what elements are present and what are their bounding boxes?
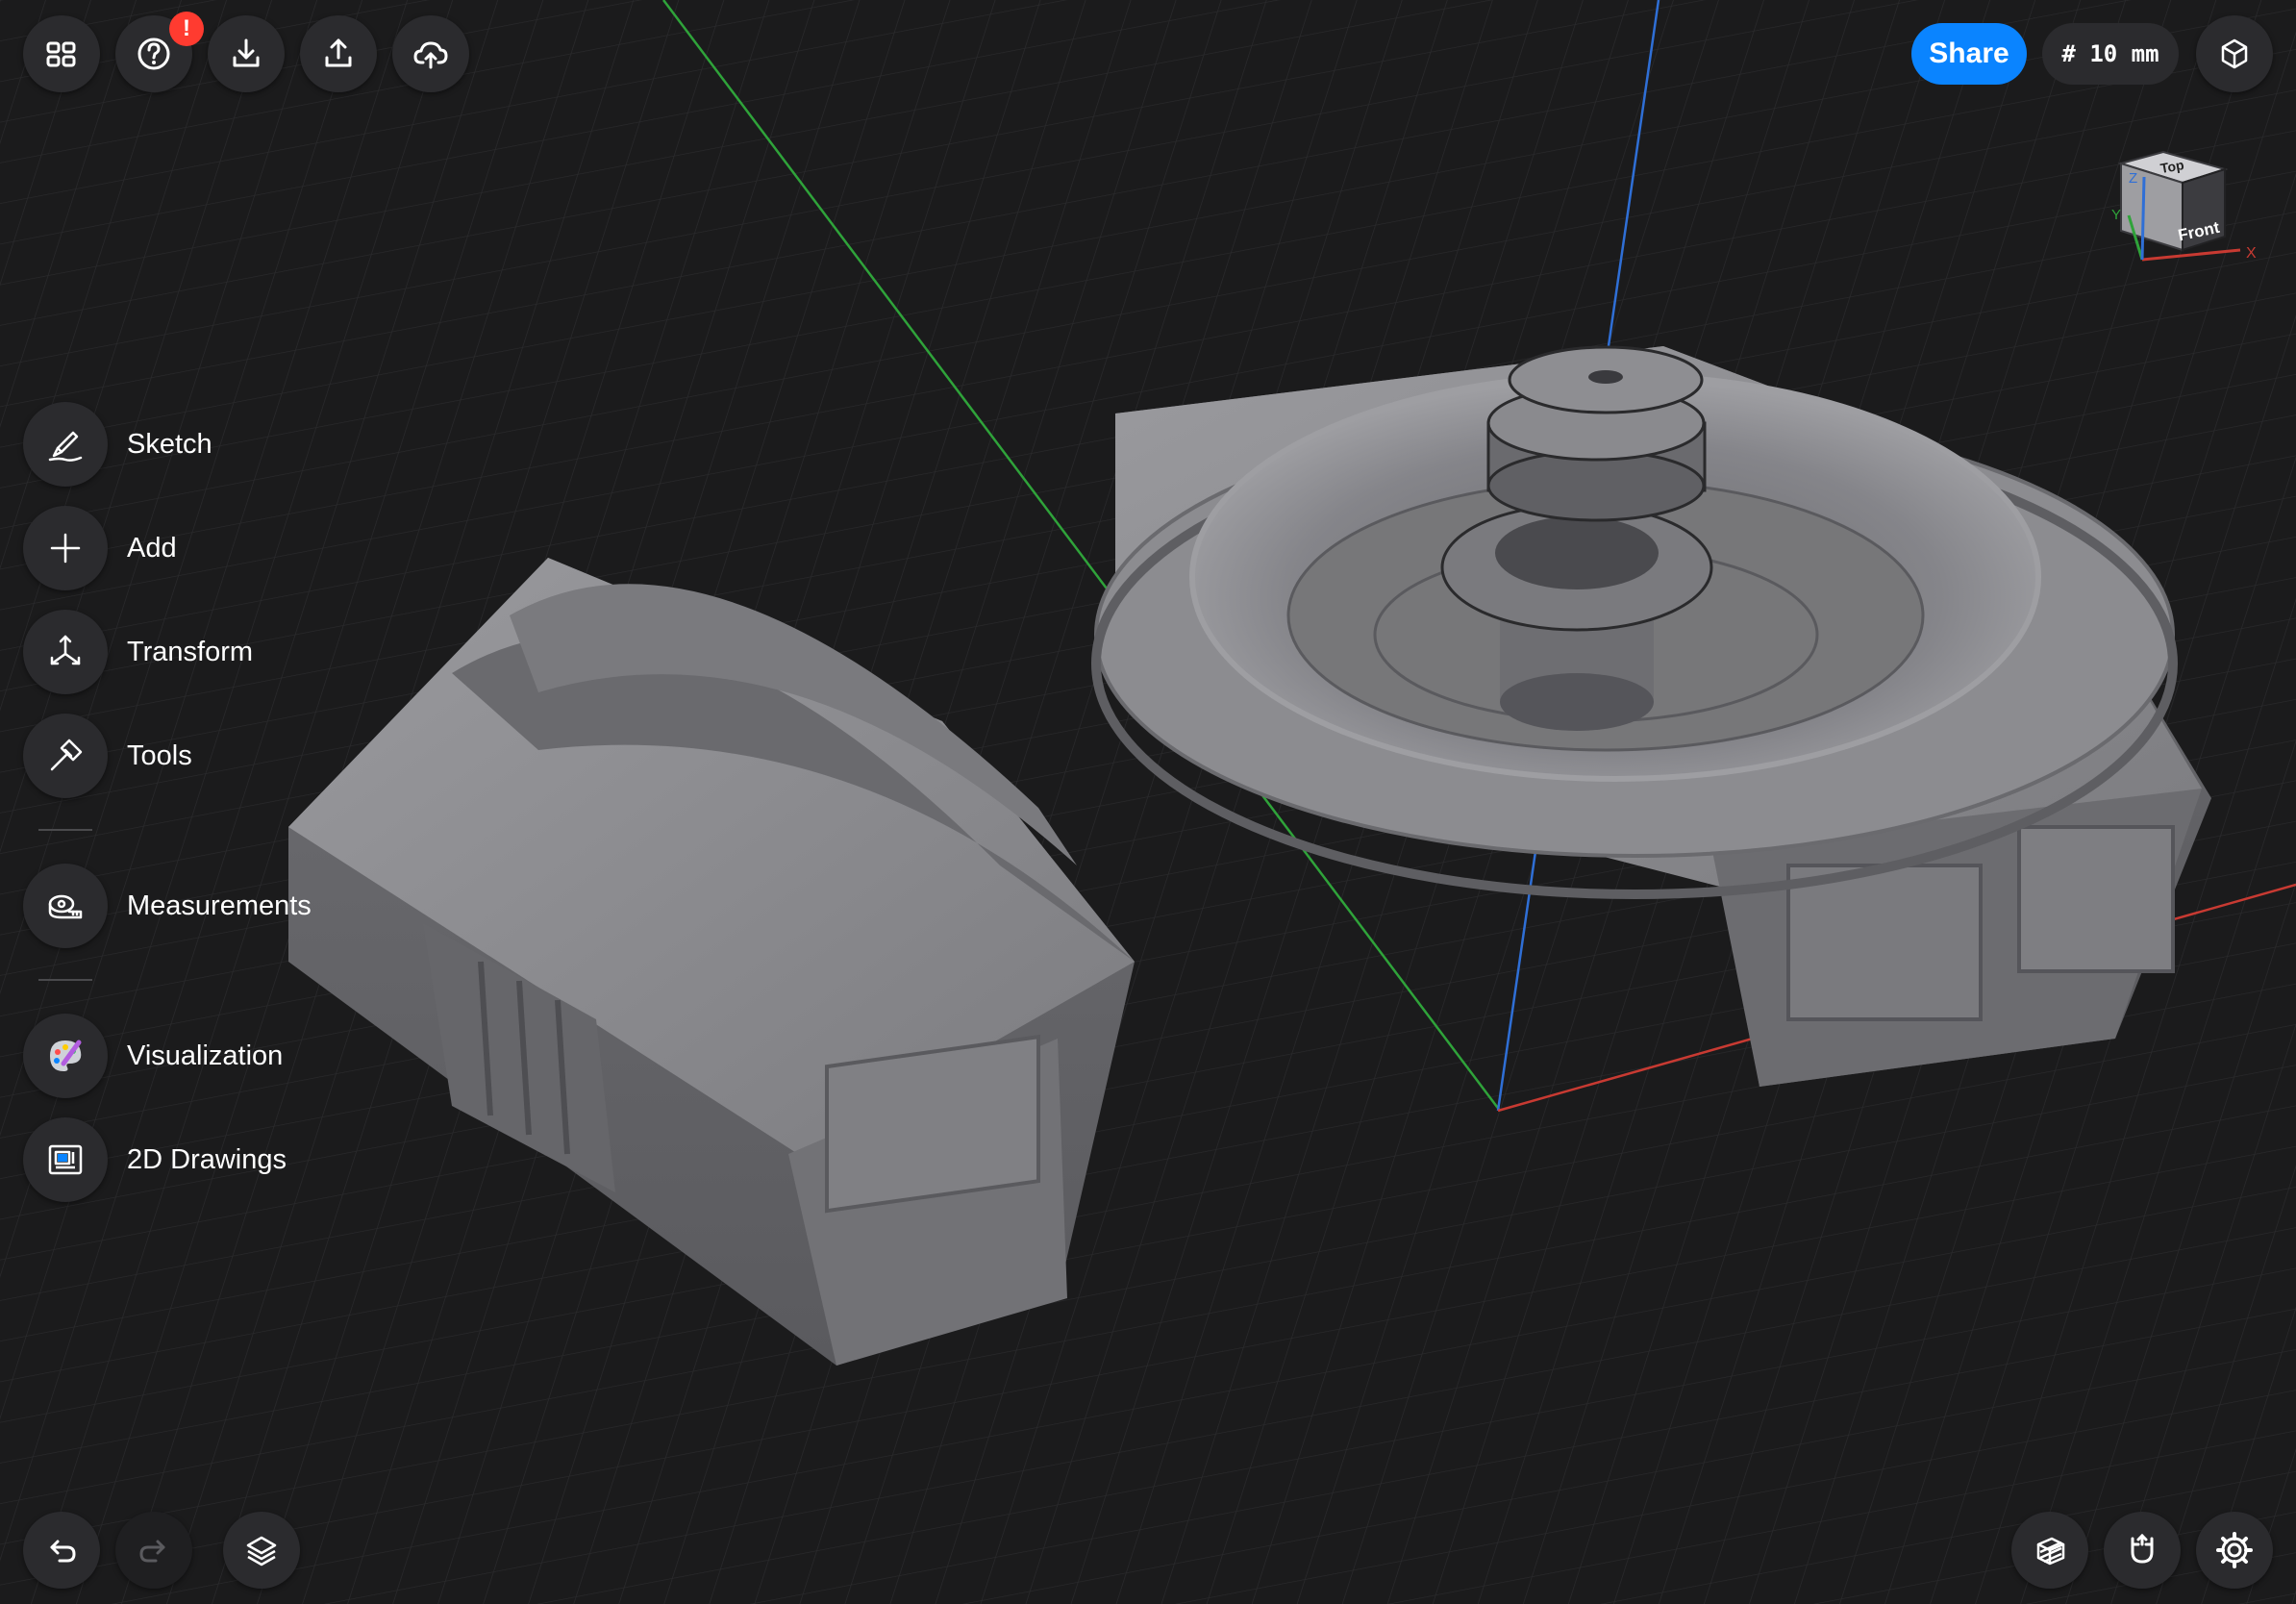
magnet-snap-icon bbox=[2131, 1533, 2154, 1564]
grid-size-button[interactable]: # 10 mm bbox=[2042, 23, 2179, 85]
sketch-pencil-icon bbox=[48, 431, 83, 462]
grid-four-icon bbox=[46, 41, 76, 67]
redo-icon bbox=[139, 1540, 165, 1563]
transform-arrows-icon bbox=[50, 635, 81, 665]
plus-icon bbox=[50, 533, 81, 564]
share-button[interactable]: Share bbox=[1911, 23, 2027, 85]
sidebar-item-sketch[interactable]: Sketch bbox=[23, 402, 212, 487]
cloud-upload-button[interactable] bbox=[392, 15, 469, 92]
sidebar-item-2d-drawings[interactable]: 2D Drawings bbox=[23, 1117, 287, 1202]
sidebar-divider bbox=[38, 829, 92, 831]
sidebar-item-visualization[interactable]: Visualization bbox=[23, 1014, 283, 1098]
sidebar-item-measurements[interactable]: Measurements bbox=[23, 864, 312, 948]
undo-button[interactable] bbox=[23, 1512, 100, 1589]
grid-menu-button[interactable] bbox=[23, 15, 100, 92]
palette-brush-icon bbox=[50, 1040, 82, 1071]
sidebar-item-label: 2D Drawings bbox=[127, 1143, 287, 1175]
help-notification-badge: ! bbox=[169, 12, 204, 46]
import-download-icon bbox=[233, 38, 260, 67]
axis-y-label: Y bbox=[2111, 207, 2121, 223]
redo-button[interactable] bbox=[115, 1512, 192, 1589]
cube-view-icon bbox=[2221, 38, 2248, 69]
import-button[interactable] bbox=[208, 15, 285, 92]
view-mode-button[interactable] bbox=[2196, 15, 2273, 92]
sidebar-item-label: Measurements bbox=[127, 890, 312, 921]
cloud-upload-icon bbox=[413, 41, 448, 69]
sidebar-item-add[interactable]: Add bbox=[23, 506, 177, 590]
section-plane-icon bbox=[2036, 1537, 2065, 1566]
sidebar-item-label: Transform bbox=[127, 636, 254, 667]
sidebar-divider bbox=[38, 979, 92, 981]
settings-button[interactable] bbox=[2196, 1512, 2273, 1589]
axis-z-label: Z bbox=[2129, 170, 2137, 187]
export-upload-icon bbox=[325, 38, 352, 67]
layers-icon bbox=[246, 1536, 277, 1566]
sidebar-item-label: Sketch bbox=[127, 428, 212, 460]
sidebar-item-label: Add bbox=[127, 532, 177, 564]
axis-x-label: X bbox=[2246, 245, 2257, 262]
undo-icon bbox=[50, 1540, 76, 1563]
sidebar-item-tools[interactable]: Tools bbox=[23, 714, 192, 798]
sidebar-item-label: Tools bbox=[127, 739, 192, 771]
blueprint-icon bbox=[48, 1144, 83, 1175]
section-plane-button[interactable] bbox=[2011, 1512, 2088, 1589]
settings-gear-icon bbox=[2216, 1532, 2253, 1568]
help-question-icon bbox=[137, 38, 170, 70]
tape-measure-icon bbox=[48, 894, 83, 919]
hammer-icon bbox=[50, 739, 83, 771]
3d-viewport[interactable] bbox=[0, 0, 2296, 1604]
snap-magnet-button[interactable] bbox=[2104, 1512, 2181, 1589]
sidebar-item-transform[interactable]: Transform bbox=[23, 610, 253, 694]
layers-button[interactable] bbox=[223, 1512, 300, 1589]
view-cube[interactable]: Top Front X Y Z bbox=[2096, 144, 2269, 288]
export-button[interactable] bbox=[300, 15, 377, 92]
sidebar-item-label: Visualization bbox=[127, 1040, 284, 1071]
